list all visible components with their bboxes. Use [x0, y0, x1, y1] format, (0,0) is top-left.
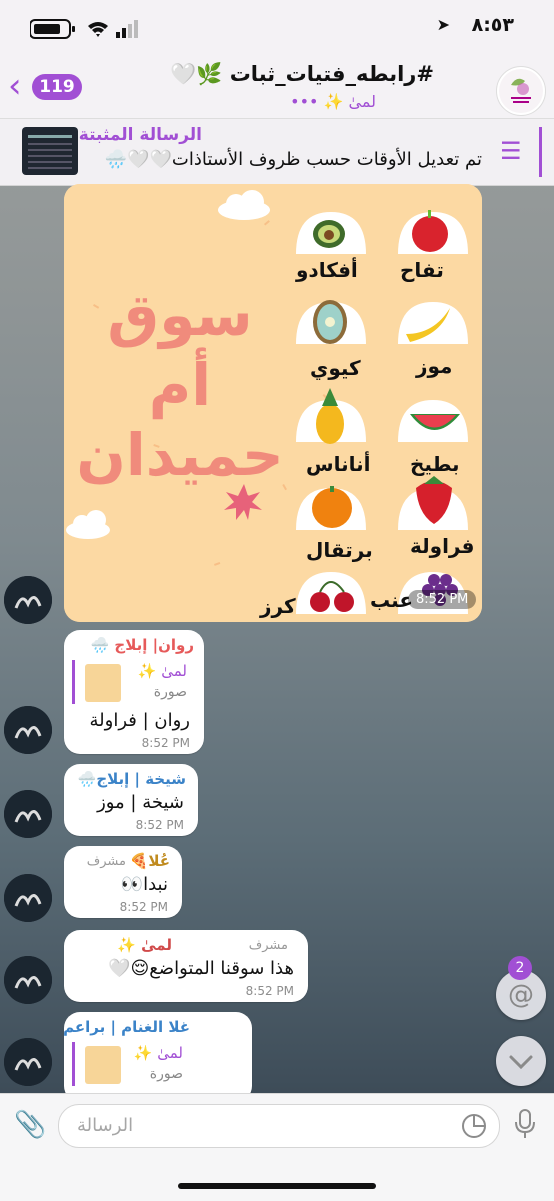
group-avatar-icon [499, 69, 543, 113]
mentions-count-badge: 2 [508, 956, 532, 980]
top-bar: ➤ ٨:٥٣ ‹ 119 #رابطه_فتيات_ثبات 🌿🤍 لمىٰ ✨… [0, 0, 554, 118]
image-message-time: 8:52 PM [408, 590, 477, 609]
fruit-label-pineapple: أناناس [306, 452, 371, 476]
sender-name[interactable]: روان| إبلاج 🌧️ [91, 636, 194, 654]
pinned-label: الرسالة المثبتة [78, 125, 202, 145]
sticker-icon[interactable] [461, 1113, 487, 1139]
message-time: 8:52 PM [119, 900, 168, 914]
status-time: ٨:٥٣ [471, 14, 514, 36]
message-bubble[interactable]: عُلا🍕 مشرف نبدا👀 8:52 PM [64, 846, 182, 918]
sender-avatar-icon [4, 790, 52, 838]
reply-type: صورة [149, 1066, 183, 1082]
message-text: هذا سوقنا المتواضع😌🤍 [108, 958, 294, 979]
chevron-left-icon: ‹ [8, 66, 22, 106]
sender-avatar[interactable] [4, 576, 52, 624]
attach-icon[interactable]: 📎 [14, 1110, 46, 1140]
poster-headline-line1: سوق أم [107, 281, 253, 419]
microphone-icon[interactable] [512, 1108, 538, 1140]
reply-thumbnail [85, 1046, 121, 1084]
sender-avatar-icon [4, 1038, 52, 1086]
chevron-down-icon [509, 1055, 533, 1070]
message-bubble[interactable]: شيخة | إبلاج🌧️ شيخة | موز 8:52 PM [64, 764, 198, 836]
at-sign-icon: @ [508, 980, 534, 1010]
status-icons [30, 19, 138, 39]
sender-avatar[interactable] [4, 874, 52, 922]
group-avatar[interactable] [496, 66, 546, 116]
fruit-label-cherries: كرز [260, 594, 296, 618]
fruit-label-grapes: عنب [370, 588, 413, 612]
unread-count-badge: 119 [32, 74, 82, 100]
pinned-text: تم تعديل الأوقات حسب ظروف الأستاذات🤍🤍🌧️ [104, 149, 482, 170]
fruit-label-strawberry: فراولة [410, 534, 475, 558]
reply-preview[interactable]: لمىٰ ✨ صورة [72, 1042, 245, 1086]
sender-avatar-icon [4, 956, 52, 1004]
chat-title[interactable]: #رابطه_فتيات_ثبات 🌿🤍 [170, 62, 434, 87]
message-bubble[interactable]: لمىٰ ✨ مشرف هذا سوقنا المتواضع😌🤍 8:52 PM [64, 930, 308, 1002]
poster-headline-line2: حميدان [76, 421, 284, 489]
sender-avatar[interactable] [4, 1038, 52, 1086]
message-text: نبدا👀 [120, 874, 168, 895]
fruit-label-kiwi: كيوي [310, 356, 361, 380]
sender-avatar-icon [4, 706, 52, 754]
sender-name[interactable]: شيخة | إبلاج🌧️ [78, 770, 186, 788]
message-text: روان | فراولة [89, 710, 190, 731]
back-button[interactable]: ‹ 119 [8, 66, 82, 106]
pinned-message-bar[interactable]: الرسالة المثبتة تم تعديل الأوقات حسب ظرو… [0, 118, 554, 186]
sender-avatar[interactable] [4, 706, 52, 754]
typing-status: لمىٰ ✨ ••• [290, 92, 376, 111]
fruit-label-avocado: أفكادو [296, 258, 358, 282]
message-time: 8:52 PM [135, 818, 184, 832]
message-bubble[interactable]: روان| إبلاج 🌧️ لمىٰ ✨ صورة روان | فراولة… [64, 630, 204, 754]
image-message[interactable]: سوق أم حميدان تفاح أفكادو موز كيوي بطيخ … [64, 184, 482, 622]
sender-name[interactable]: غلا الغنام | براعم [63, 1018, 190, 1036]
compose-bar: 📎 الرسالة [0, 1093, 554, 1201]
fruit-label-watermelon: بطيخ [410, 452, 460, 476]
fruit-label-orange: برتقال [306, 538, 373, 562]
message-placeholder: الرسالة [77, 1115, 134, 1136]
reply-thumbnail [85, 664, 121, 702]
sender-avatar[interactable] [4, 790, 52, 838]
sender-name[interactable]: عُلا🍕 [130, 852, 170, 870]
message-bubble[interactable]: غلا الغنام | براعم لمىٰ ✨ صورة [63, 1012, 252, 1102]
reply-sender: لمىٰ ✨ [137, 662, 187, 680]
pinned-thumbnail [22, 127, 78, 175]
pin-list-icon[interactable]: ☰ [500, 137, 522, 165]
reply-sender: لمىٰ ✨ [133, 1044, 183, 1062]
fruit-label-apple: تفاح [400, 258, 444, 282]
reply-type: صورة [153, 684, 187, 700]
fruit-label-banana: موز [416, 354, 453, 378]
message-input[interactable]: الرسالة [58, 1104, 500, 1148]
reply-preview[interactable]: لمىٰ ✨ صورة [72, 660, 197, 704]
home-indicator [178, 1183, 376, 1189]
poster-headline: سوق أم حميدان [70, 280, 290, 490]
sender-avatar-icon [4, 576, 52, 624]
admin-badge: مشرف [86, 854, 126, 869]
sender-avatar-icon [4, 874, 52, 922]
admin-badge: مشرف [248, 938, 288, 953]
sender-name[interactable]: لمىٰ ✨ [117, 936, 172, 954]
message-text: شيخة | موز [97, 792, 184, 813]
message-time: 8:52 PM [141, 736, 190, 750]
pinned-indicator [539, 127, 542, 177]
location-arrow-icon: ➤ [436, 15, 450, 34]
message-time: 8:52 PM [245, 984, 294, 998]
sender-avatar[interactable] [4, 956, 52, 1004]
scroll-down-button[interactable] [496, 1036, 546, 1086]
